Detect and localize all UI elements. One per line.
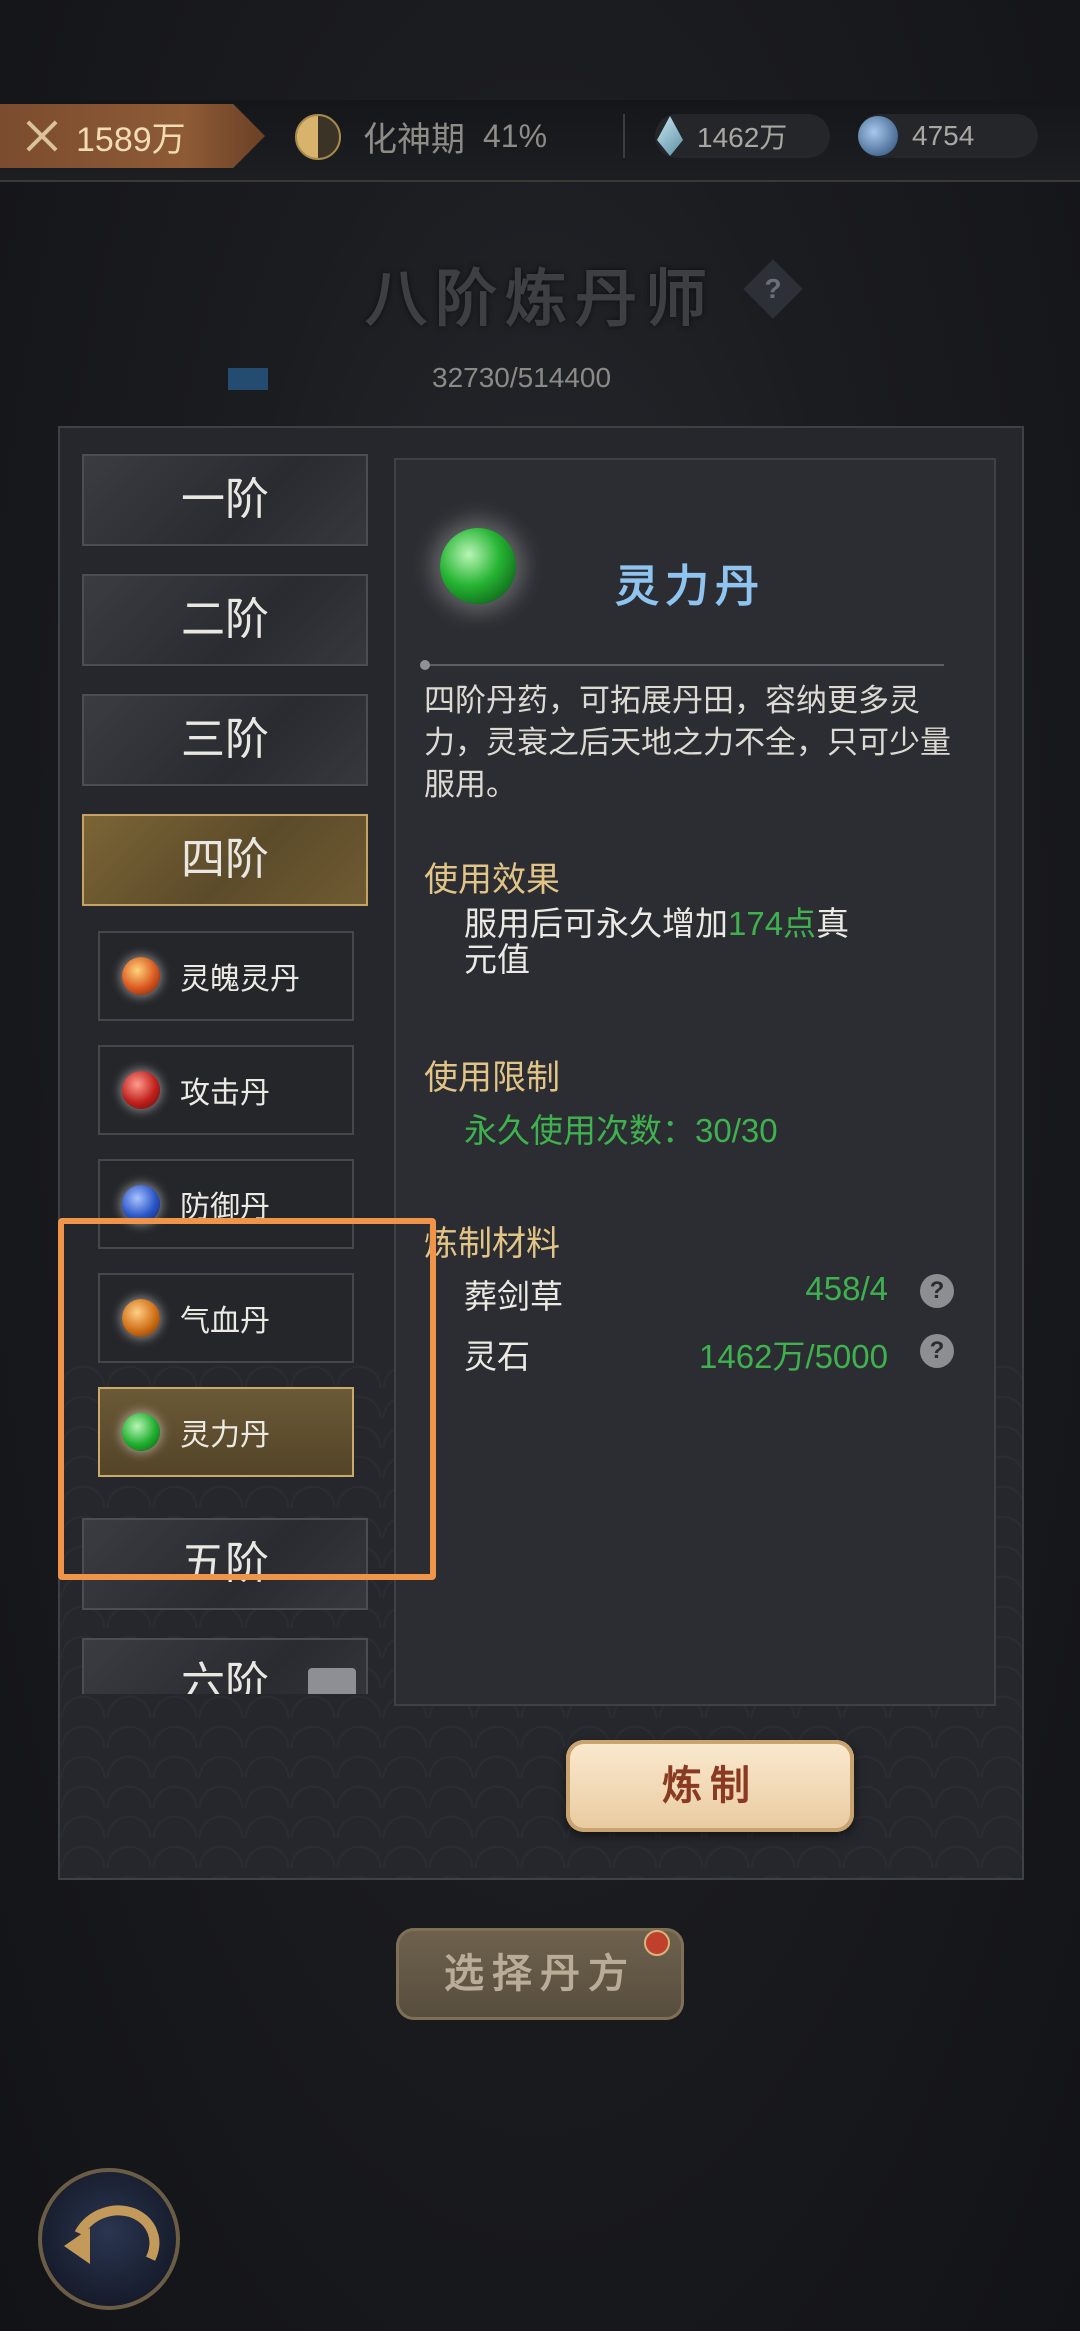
help-icon: ? [764, 273, 782, 304]
tier-2-tab[interactable]: 二阶 [82, 574, 368, 666]
usage-limit-text: 永久使用次数：30/30 [464, 1112, 778, 1149]
tier-4-tab[interactable]: 四阶 [82, 814, 368, 906]
craft-button[interactable]: 炼制 [566, 1740, 854, 1832]
tier-6-tab[interactable]: 六阶 [82, 1638, 368, 1694]
pill-item-soul-pill[interactable]: 灵魄灵丹 [98, 931, 354, 1021]
help-button[interactable]: ? [743, 259, 803, 319]
material-amount: 458/4 [805, 1270, 888, 1307]
material-info-icon[interactable]: ? [920, 1334, 954, 1368]
pill-description: 四阶丹药，可拓展丹田，容纳更多灵力，灵衰之后天地之力不全，只可少量服用。 [424, 683, 951, 803]
materials-section-title: 炼制材料 [424, 1225, 560, 1263]
divider [424, 664, 944, 666]
effect-suffix-line2: 元值 [464, 941, 530, 978]
choose-recipe-button[interactable]: 选择丹方 [396, 1928, 684, 2020]
effect-section-title: 使用效果 [424, 861, 560, 899]
attack-pill-icon [122, 1071, 160, 1109]
realm-name: 化神期 [363, 121, 465, 159]
soul-pill-icon [122, 957, 160, 995]
realm-progress: 41% [483, 118, 548, 154]
yin-yang-icon [295, 113, 341, 160]
crystal-icon [657, 116, 683, 156]
experience-bar [228, 368, 268, 390]
pill-item-attack-pill[interactable]: 攻击丹 [98, 1045, 354, 1135]
top-status-bar: 1589万 化神期 41% 1462万 4754 [0, 100, 1080, 182]
page-title: 八阶炼丹师 [364, 262, 715, 335]
effect-text: 服用后可永久增加174点真元值 [464, 906, 924, 978]
cultivation-realm[interactable]: 化神期 41% [295, 112, 547, 161]
effect-value: 174点 [728, 905, 817, 942]
lock-icon [308, 1668, 356, 1694]
material-row: 葬剑草 458/4 ? [464, 1270, 954, 1316]
divider [623, 114, 625, 158]
effect-prefix: 服用后可永久增加 [464, 905, 728, 942]
pill-name: 灵力丹 [615, 561, 765, 612]
limit-section-title: 使用限制 [424, 1059, 560, 1097]
tier-3-tab[interactable]: 三阶 [82, 694, 368, 786]
spirit-crystal-amount: 1462万 [697, 122, 788, 153]
material-name: 葬剑草 [464, 1278, 563, 1315]
combat-power-value: 1589万 [76, 120, 186, 159]
material-row: 灵石 1462万/5000 ? [464, 1330, 954, 1376]
jade-currency[interactable]: 4754 [858, 114, 1038, 158]
experience-text: 32730/514400 [432, 362, 612, 393]
material-name: 灵石 [464, 1338, 530, 1375]
material-amount: 1462万/5000 [699, 1338, 888, 1375]
notification-dot [644, 1930, 670, 1956]
spirit-crystal-currency[interactable]: 1462万 [655, 114, 830, 158]
pill-item-label: 灵魄灵丹 [180, 963, 300, 996]
spirit-power-pill-large-icon [440, 528, 516, 604]
pill-item-label: 攻击丹 [180, 1077, 270, 1110]
jade-orb-icon [858, 116, 898, 156]
crossed-swords-icon [22, 116, 62, 156]
effect-suffix: 真 [816, 905, 850, 942]
jade-amount: 4754 [912, 120, 975, 151]
tier-1-tab[interactable]: 一阶 [82, 454, 368, 546]
divider-dot [420, 660, 430, 670]
back-arrow-tip [64, 2228, 90, 2264]
highlight-box [58, 1218, 436, 1580]
combat-power: 1589万 [0, 104, 265, 168]
tier-6-label: 六阶 [181, 1658, 269, 1694]
back-button[interactable] [38, 2168, 180, 2310]
material-info-icon[interactable]: ? [920, 1274, 954, 1308]
